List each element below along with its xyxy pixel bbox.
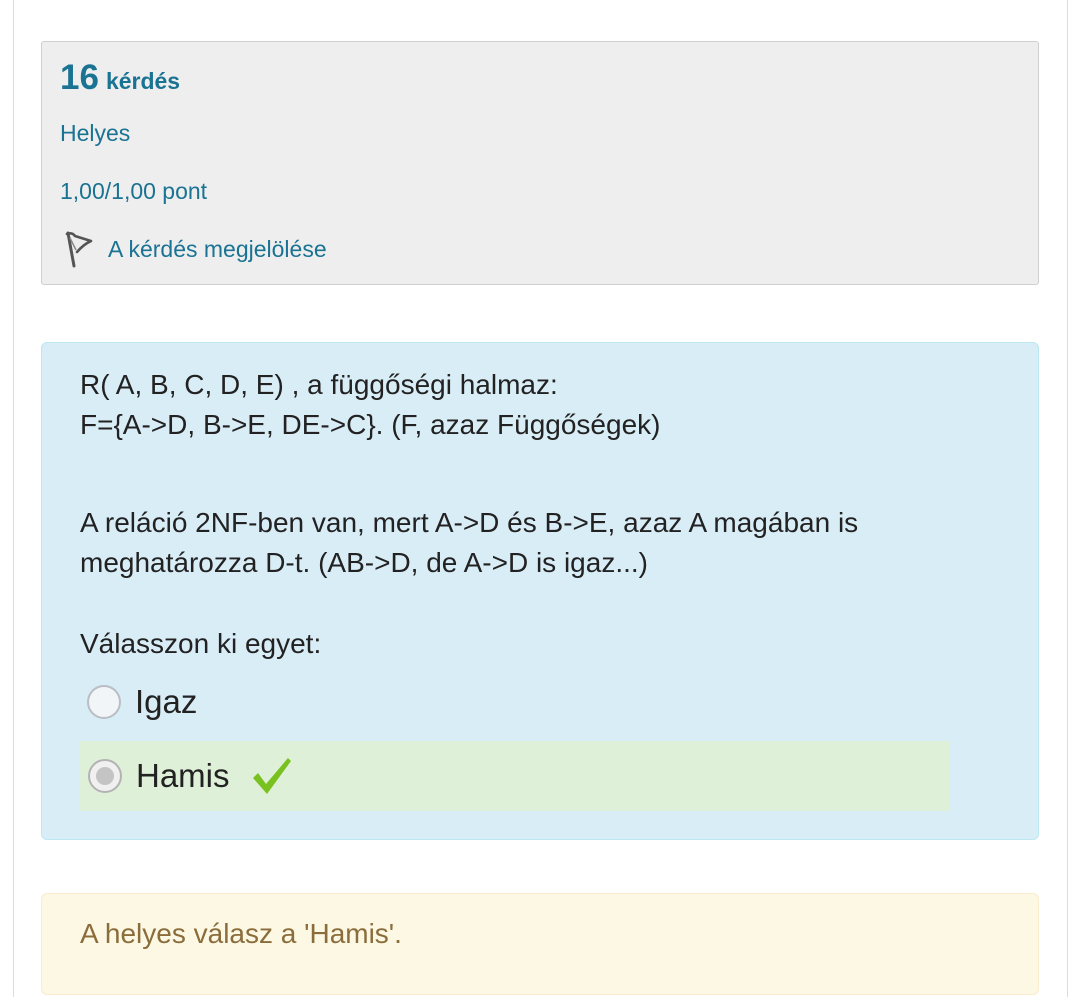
radio-button-selected[interactable]: [88, 759, 122, 793]
question-grade: 1,00/1,00 pont: [60, 178, 208, 204]
page-border-left: [13, 0, 14, 997]
answer-option-label: Igaz: [135, 683, 198, 720]
question-state: Helyes: [60, 120, 131, 146]
question-number: 16 kérdés: [60, 58, 180, 98]
right-answer-feedback: A helyes válasz a 'Hamis'.: [41, 893, 1039, 995]
answer-prompt: Válasszon ki egyet:: [80, 628, 322, 659]
question-text-line: meghatározza D-t. (AB->D, de A->D is iga…: [80, 547, 648, 578]
answer-option-igaz[interactable]: Igaz: [87, 683, 197, 721]
radio-button[interactable]: [87, 685, 121, 719]
question-text-line: R( A, B, C, D, E) , a függőségi halmaz:: [80, 369, 558, 400]
flag-question-link[interactable]: A kérdés megjelölése: [62, 230, 327, 268]
answer-option-hamis[interactable]: Hamis: [80, 741, 950, 811]
question-text-line: A reláció 2NF-ben van, mert A->D és B->E…: [80, 507, 859, 538]
checkmark-icon: [252, 758, 291, 794]
question-number-value: 16: [60, 58, 99, 97]
answer-option-label: Hamis: [136, 757, 230, 794]
question-info-panel: 16 kérdés Helyes 1,00/1,00 pont A kérdés…: [41, 41, 1039, 285]
question-formulation: R( A, B, C, D, E) , a függőségi halmaz: …: [41, 342, 1039, 840]
question-text: R( A, B, C, D, E) , a függőségi halmaz: …: [80, 365, 858, 583]
question-number-label: kérdés: [105, 68, 181, 94]
question-text-line: F={A->D, B->E, DE->C}. (F, azaz Függőség…: [80, 409, 661, 440]
right-answer-text: A helyes válasz a 'Hamis'.: [80, 918, 402, 949]
flag-question-label: A kérdés megjelölése: [108, 235, 327, 262]
flag-icon: [65, 231, 93, 268]
page-border-right: [1067, 0, 1068, 997]
